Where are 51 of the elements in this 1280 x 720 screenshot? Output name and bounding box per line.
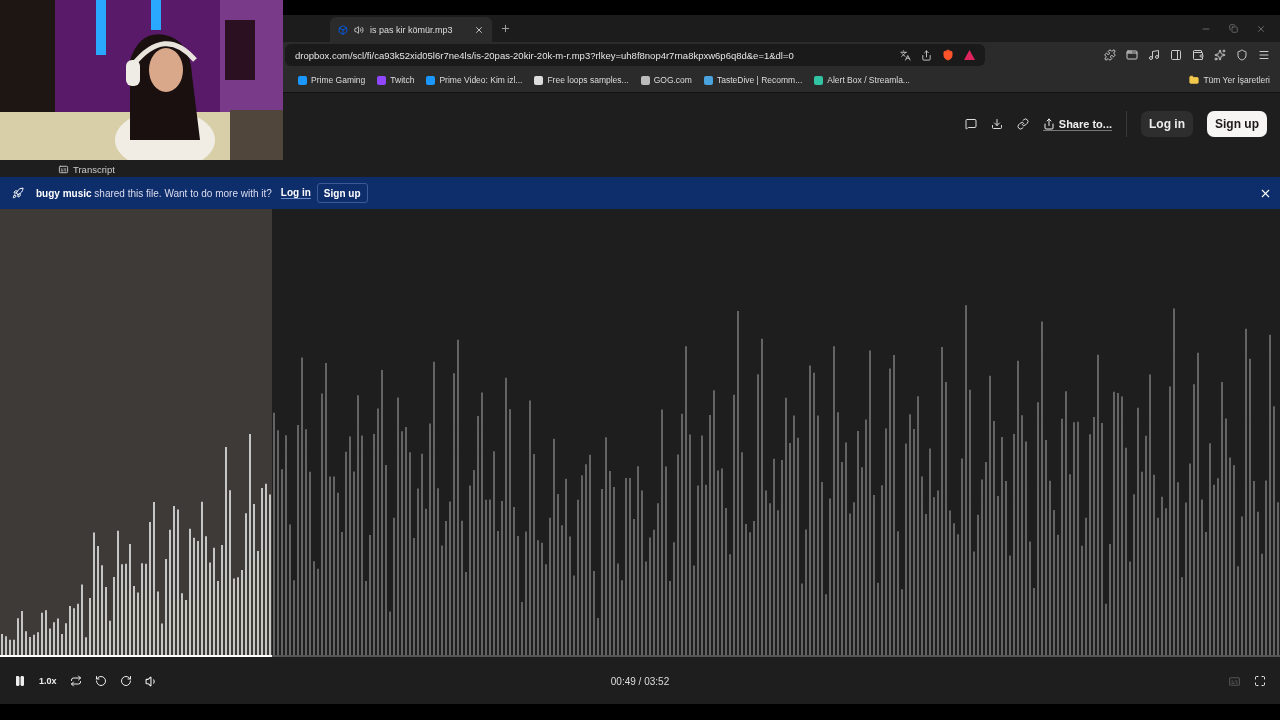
translate-icon[interactable] bbox=[900, 49, 911, 61]
bookmark[interactable]: Prime Gaming bbox=[298, 75, 366, 85]
banner-message: bugy music shared this file. Want to do more with it? bbox=[36, 187, 272, 199]
new-tab-icon[interactable] bbox=[500, 23, 511, 34]
tab-title: is pas kir kömür.mp3 bbox=[370, 24, 454, 35]
close-icon[interactable] bbox=[474, 24, 484, 35]
signup-button[interactable]: Sign up bbox=[1207, 111, 1267, 137]
browser-tab[interactable]: is pas kir kömür.mp3 bbox=[330, 17, 492, 42]
share-icon[interactable] bbox=[921, 49, 932, 61]
speaker-icon[interactable] bbox=[354, 24, 364, 35]
signup-button[interactable]: Sign up bbox=[316, 183, 368, 203]
share-icon bbox=[1042, 117, 1055, 130]
rocket-icon bbox=[12, 187, 24, 199]
volume-button[interactable] bbox=[144, 674, 158, 688]
bookmark[interactable]: Prime Video: Kim izl... bbox=[426, 75, 523, 85]
menu-icon[interactable] bbox=[1258, 49, 1270, 61]
download-icon[interactable] bbox=[990, 118, 1003, 130]
sparkle-icon[interactable] bbox=[1214, 49, 1226, 61]
bookmark[interactable]: GOG.com bbox=[640, 75, 692, 85]
folder-icon bbox=[1189, 75, 1200, 85]
triangle-icon[interactable] bbox=[964, 50, 975, 60]
shield-icon[interactable] bbox=[1236, 49, 1248, 61]
address-field[interactable]: dropbox.com/scl/fi/ca93k52xid05l6r7ne4ls/is-20pas-20kir-20k-m-r.mp3?rlkey=uh8f8nop4r7rna8kpxw6p6q8d&e=1&dl=0 bbox=[285, 44, 985, 66]
bookmark[interactable]: Alert Box / Streamla... bbox=[814, 75, 910, 85]
login-link[interactable]: Log in bbox=[280, 187, 311, 199]
bookmark[interactable]: TasteDive | Recomm... bbox=[703, 75, 803, 85]
login-button[interactable]: Log in bbox=[1141, 111, 1193, 137]
comment-icon[interactable] bbox=[964, 118, 977, 130]
captions-icon bbox=[58, 164, 69, 175]
sidebar-icon[interactable] bbox=[1170, 49, 1182, 61]
music-icon[interactable] bbox=[1148, 49, 1160, 61]
bookmark[interactable]: Free loops samples... bbox=[534, 75, 629, 85]
shield-icon[interactable] bbox=[942, 49, 954, 61]
wallet-icon[interactable] bbox=[1192, 49, 1204, 61]
transcript-button[interactable]: Transcript bbox=[58, 164, 115, 175]
box-icon bbox=[338, 24, 348, 35]
fullscreen-button[interactable] bbox=[1254, 675, 1266, 687]
window-icon[interactable] bbox=[1126, 49, 1138, 61]
speed-button[interactable]: 1.0x bbox=[39, 676, 57, 686]
bookmarks-folder[interactable]: Tüm Yer İşaretleri bbox=[1189, 75, 1270, 85]
url-text: dropbox.com/scl/fi/ca93k52xid05l6r7ne4ls/is-20pas-20kir-20k-m-r.mp3?rlkey=uh8f8nop4r7rna8kpxw6p6q8d&e=1&dl=0 bbox=[295, 49, 795, 61]
waveform-drawing[interactable] bbox=[0, 209, 1280, 657]
pause-button[interactable] bbox=[14, 675, 26, 687]
repeat-button[interactable] bbox=[69, 675, 82, 687]
rewind-button[interactable] bbox=[94, 675, 107, 687]
share-link[interactable]: Share to... bbox=[1042, 117, 1112, 131]
bookmark[interactable]: Twitch bbox=[377, 75, 415, 85]
link-icon[interactable] bbox=[1016, 118, 1029, 130]
time-readout: 00:49 / 03:52 bbox=[610, 675, 670, 687]
puzzle-icon[interactable] bbox=[1104, 49, 1116, 61]
forward-button[interactable] bbox=[119, 675, 132, 687]
